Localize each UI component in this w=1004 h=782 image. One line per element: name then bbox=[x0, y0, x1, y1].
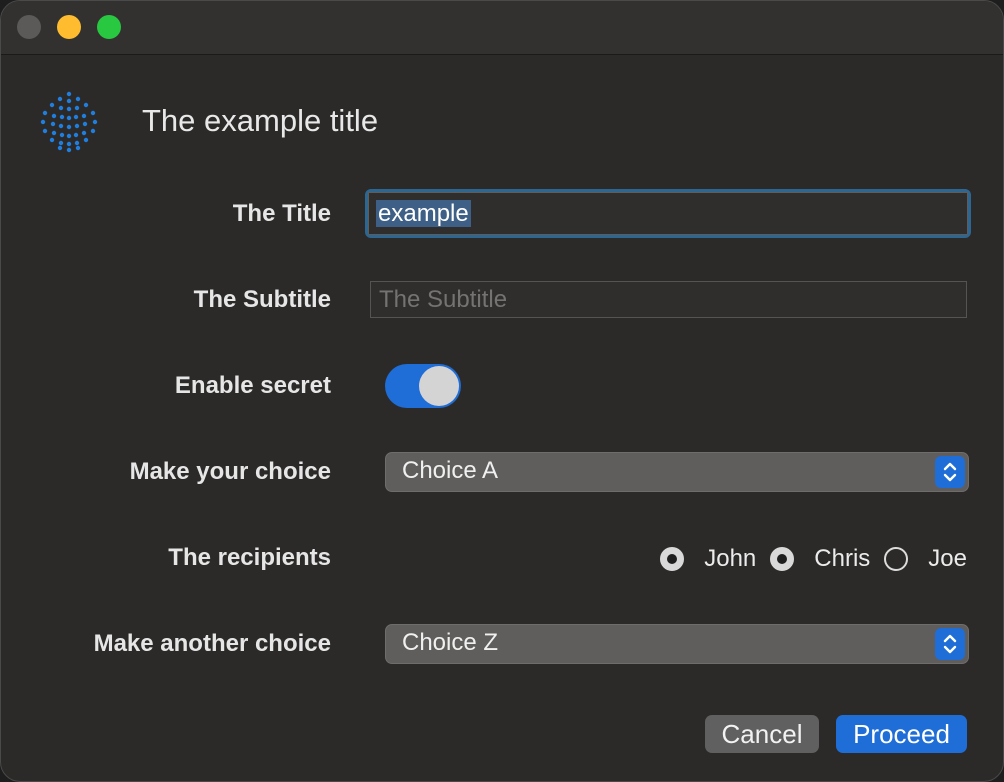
dialog-title: The example title bbox=[142, 103, 379, 138]
choice-popup-value: Choice A bbox=[402, 457, 499, 484]
updown-chevron-icon bbox=[935, 456, 965, 488]
radio-chris[interactable] bbox=[770, 547, 795, 571]
subtitle-placeholder: The Subtitle bbox=[379, 286, 508, 313]
close-window-button[interactable] bbox=[17, 15, 41, 39]
dialog-window: The example title The Title example The … bbox=[0, 0, 1004, 782]
minimize-window-button[interactable] bbox=[57, 15, 81, 39]
dotted-sphere-icon bbox=[40, 91, 98, 153]
another-choice-popup[interactable]: Choice Z bbox=[385, 624, 969, 664]
cancel-button[interactable]: Cancel bbox=[705, 715, 819, 753]
recipients-radio-group: John Chris Joe bbox=[660, 544, 967, 574]
secret-toggle-label: Enable secret bbox=[174, 372, 331, 399]
subtitle-input[interactable]: The Subtitle bbox=[370, 281, 967, 318]
toggle-knob bbox=[419, 366, 459, 406]
another-choice-label: Make another choice bbox=[93, 630, 331, 657]
radio-label-joe: Joe bbox=[928, 545, 967, 572]
choice-label: Make your choice bbox=[129, 458, 331, 485]
radio-label-john: John bbox=[704, 545, 757, 572]
title-bar bbox=[1, 1, 1003, 55]
title-input-value: example bbox=[376, 200, 471, 227]
subtitle-field-label: The Subtitle bbox=[193, 286, 331, 313]
another-choice-popup-value: Choice Z bbox=[402, 629, 499, 656]
radio-john[interactable] bbox=[660, 547, 685, 571]
radio-label-chris: Chris bbox=[814, 545, 871, 572]
proceed-button[interactable]: Proceed bbox=[836, 715, 967, 753]
title-field-label: The Title bbox=[232, 200, 331, 227]
updown-chevron-icon bbox=[935, 628, 965, 660]
choice-popup[interactable]: Choice A bbox=[385, 452, 969, 492]
secret-toggle[interactable] bbox=[385, 364, 461, 408]
recipients-label: The recipients bbox=[168, 544, 331, 571]
maximize-window-button[interactable] bbox=[97, 15, 121, 39]
radio-joe[interactable] bbox=[884, 547, 909, 571]
title-input[interactable]: example bbox=[365, 189, 971, 238]
